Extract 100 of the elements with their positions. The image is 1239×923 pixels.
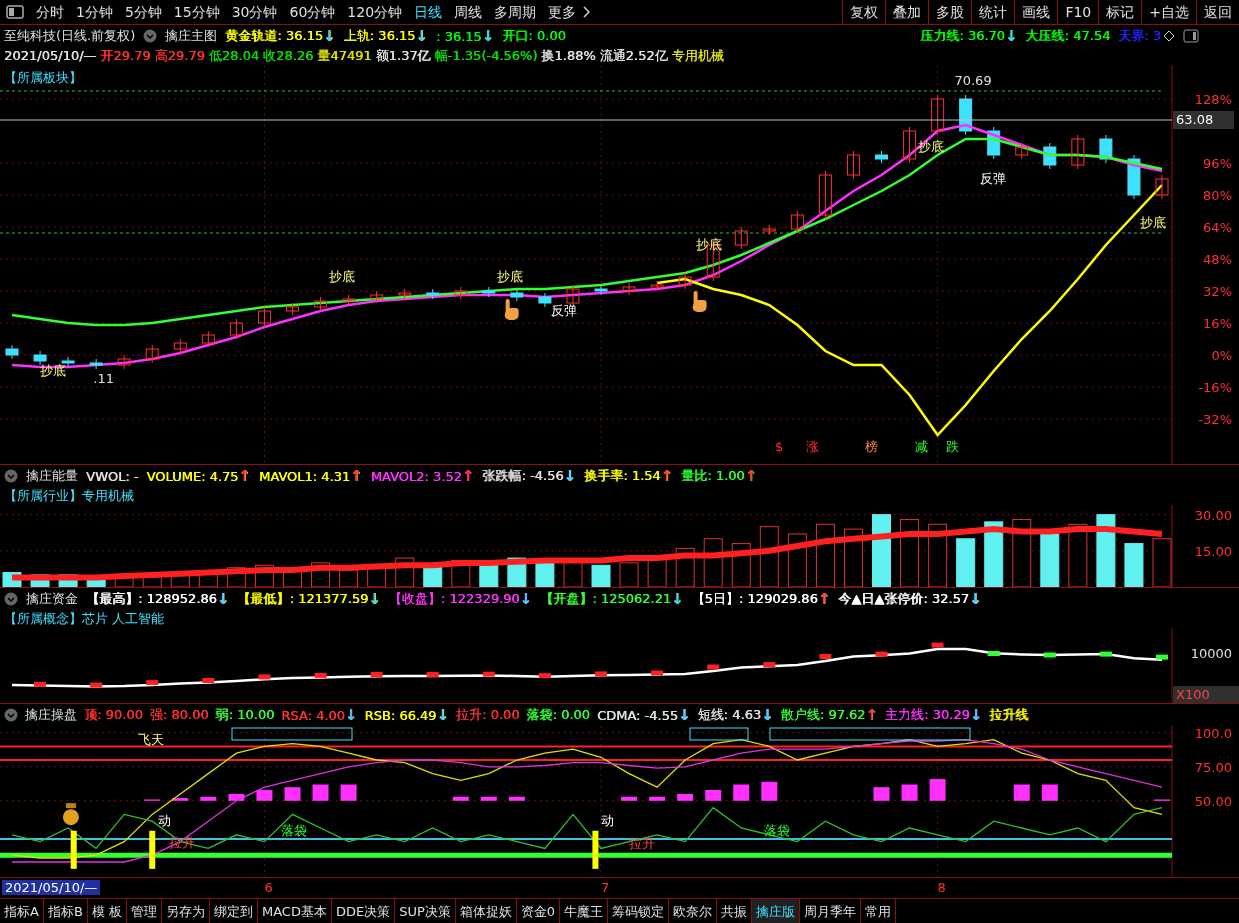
indicator-value: 顶: 90.00 [84, 706, 143, 725]
chevron-icon[interactable] [4, 592, 18, 607]
indicator-value: RSB: 66.49↓ [364, 707, 449, 723]
chart-annotation: 抄底 [40, 363, 67, 379]
volume-bar [928, 524, 948, 588]
indicator-value: 今▲日▲张停价: 32.57↓ [838, 590, 982, 609]
panel-toggle-icon[interactable] [1183, 29, 1199, 44]
indicator-value: 弱: 10.00 [215, 706, 275, 725]
indicator-value: CDMA: -4.55↓ [596, 707, 691, 723]
axis-label: 64% [1203, 220, 1232, 236]
period-tab[interactable]: 30分钟 [225, 0, 284, 25]
period-tab[interactable]: 周线 [448, 0, 489, 25]
period-tab[interactable]: 5分钟 [118, 0, 168, 25]
volume-bar [86, 577, 106, 588]
chart-annotation: 反弹 [979, 171, 1006, 187]
quote-value: 幅-1.35(-4.56%) [434, 46, 538, 65]
indicator-value: 黄金轨道: 36.15↓ [225, 27, 336, 46]
chart-annotation: 抄底 [1139, 215, 1166, 231]
candlestick [1015, 142, 1029, 160]
indicator-value: 【5日】: 129029.86↑ [691, 590, 831, 609]
volume-bar [339, 569, 359, 588]
signal-bar [70, 830, 77, 870]
indicator-value: 拉升: 0.00 [455, 706, 520, 725]
signal-bar [149, 830, 156, 870]
price-tag: 63.08 [1173, 111, 1234, 130]
axis-label: 0% [1211, 348, 1232, 364]
candlestick [454, 286, 468, 300]
period-tab[interactable]: 15分钟 [167, 0, 226, 25]
indicator-value: 强: 80.00 [149, 706, 209, 725]
period-tab[interactable]: 60分钟 [283, 0, 342, 25]
candlestick [931, 94, 945, 136]
candlestick [33, 350, 47, 366]
indicator-value: 【最低】: 121377.59↓ [237, 590, 381, 609]
toolbar-button[interactable]: 统计 [971, 0, 1015, 25]
indicator-value: 换手率: 1.54↑ [584, 467, 674, 486]
toolbar-button[interactable]: 多股 [928, 0, 972, 25]
indicator-name: 擒庄资金 [26, 590, 78, 609]
toolbar-button[interactable]: 复权 [842, 0, 886, 25]
axis-label: 50.00 [1194, 794, 1232, 810]
axis-label: 48% [1203, 252, 1232, 268]
toolbar-button[interactable]: 标记 [1098, 0, 1142, 25]
toolbar-button[interactable]: 返回 [1196, 0, 1239, 25]
volume-bar [984, 521, 1004, 588]
indicator-name: 擒庄主图 [165, 27, 218, 46]
axis-label: 128% [1194, 92, 1232, 108]
sector-label: 【所属板块】 [4, 70, 82, 86]
indicator-value: 量比: 1.00↑ [681, 467, 758, 486]
candlestick [117, 354, 131, 370]
month-label: 6 [264, 880, 273, 896]
indicator-value: 散户线: 97.62↑ [780, 706, 878, 725]
scale-label-background [1173, 686, 1239, 704]
candlestick [734, 226, 748, 250]
candlestick [594, 284, 608, 296]
period-tab[interactable]: 日线 [408, 0, 449, 25]
date-cursor: 2021/05/10/— [2, 880, 101, 896]
axis-label: -32% [1198, 412, 1232, 428]
indicator-tab[interactable]: 擒庄版 [752, 898, 801, 923]
chevron-icon[interactable] [4, 708, 18, 723]
chart-annotation: 动 [157, 813, 171, 829]
chart-annotation: 跌 [946, 439, 959, 455]
chevron-icon[interactable] [143, 29, 158, 44]
chart-annotation: 拉升 [629, 836, 656, 852]
scale-label: X100 [1176, 687, 1210, 703]
toolbar-button[interactable]: 画线 [1014, 0, 1058, 25]
period-tab[interactable]: 多周期 [488, 0, 543, 25]
toolbar-button[interactable]: 叠加 [885, 0, 929, 25]
period-tab[interactable]: 120分钟 [341, 0, 409, 25]
indicator-value: 【开盘】: 125062.21↓ [540, 590, 684, 609]
quote-value: 流通2.52亿 [599, 46, 668, 65]
candlestick [257, 306, 271, 328]
candlestick [229, 318, 243, 340]
chart-annotation: 落袋 [763, 823, 790, 839]
chart-annotation: 抄底 [918, 139, 944, 155]
candlestick [510, 288, 524, 302]
quote-value: 2021/05/10/— [4, 48, 97, 64]
indicator-value: 【最高】: 128952.86↓ [86, 590, 230, 609]
candlestick [762, 224, 776, 236]
toolbar-button[interactable]: F10 [1057, 0, 1099, 25]
period-tab[interactable]: 分时 [30, 0, 70, 25]
candlestick [173, 338, 187, 354]
indicator-value: 主力线: 30.29↓ [884, 706, 983, 725]
indicator-value: 大压线: 47.54 [1025, 27, 1111, 46]
chevron-icon[interactable] [4, 469, 18, 484]
indicator-value: 落袋: 0.00 [526, 706, 590, 725]
chart-annotation: 反弹 [550, 303, 577, 319]
candlestick [286, 302, 299, 316]
candlestick [1043, 142, 1057, 170]
period-tab[interactable]: 更多 [542, 0, 583, 25]
money-bag-icon [62, 803, 79, 826]
period-tab[interactable]: 1分钟 [70, 0, 119, 25]
axis-label: 15.00 [1194, 544, 1232, 560]
indicator-name: 擒庄操盘 [25, 706, 77, 725]
indicator-value: 短线: 4.63↓ [697, 706, 774, 725]
indicator-value: MAVOL1: 4.31↑ [258, 468, 363, 484]
candlestick [201, 330, 215, 348]
toolbar-button[interactable]: +自选 [1141, 0, 1196, 25]
indicator-value: MAVOL2: 3.52↑ [370, 468, 475, 484]
candlestick [538, 292, 552, 308]
axis-label: 32% [1203, 284, 1232, 300]
axis-label: 96% [1203, 156, 1232, 172]
